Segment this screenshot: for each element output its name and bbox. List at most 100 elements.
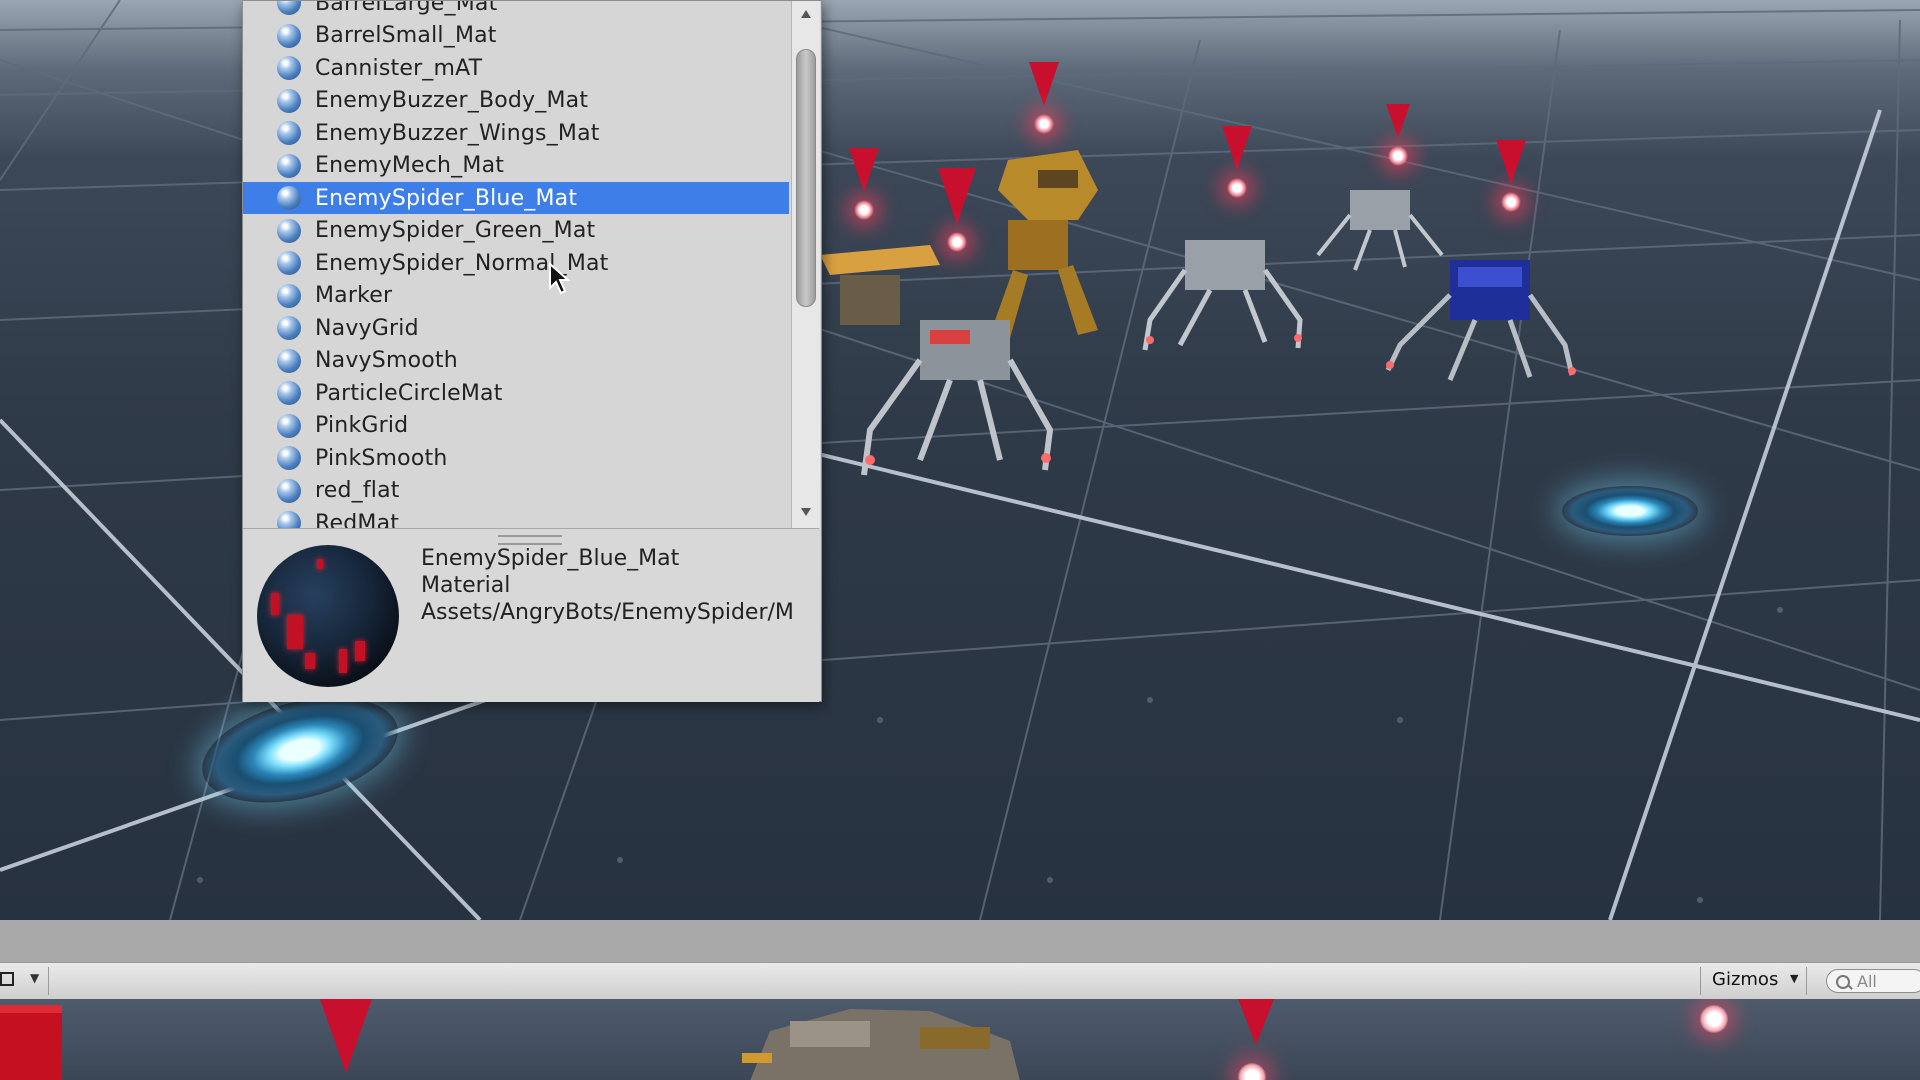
waypoint-marker[interactable] (849, 148, 879, 220)
list-item[interactable]: NavyGrid (243, 312, 789, 344)
panel-divider[interactable] (0, 920, 1920, 962)
list-item-label: EnemyBuzzer_Body_Mat (315, 88, 589, 113)
list-item-label: RedMat (315, 510, 400, 529)
list-item-label: red_flat (315, 478, 400, 503)
waypoint-marker[interactable] (1496, 140, 1526, 212)
scroll-up-arrow[interactable] (792, 3, 820, 27)
waypoint-marker[interactable] (1386, 104, 1410, 166)
material-sphere-icon (277, 283, 301, 308)
list-item-label: Cannister_mAT (315, 55, 483, 81)
red-crate (0, 1005, 62, 1080)
enemy-mech-robot (742, 1009, 1020, 1080)
scrollbar-thumb[interactable] (796, 49, 816, 307)
marker-orb (1034, 114, 1054, 134)
material-sphere-icon (277, 316, 301, 340)
material-sphere-icon (277, 511, 301, 528)
list-item-label: EnemyBuzzer_Wings_Mat (315, 120, 600, 146)
material-sphere-icon (277, 251, 301, 275)
list-item-label: PinkSmooth (315, 445, 448, 471)
asset-info: EnemySpider_Blue_Mat Material Assets/Ang… (421, 545, 794, 626)
marker-orb (1501, 192, 1521, 212)
material-sphere-icon (277, 478, 301, 503)
marker-orb (947, 232, 967, 252)
enemy-spider-robot[interactable] (1140, 230, 1310, 355)
marker-cone (1496, 140, 1526, 184)
spawn-pad[interactable] (1562, 486, 1698, 536)
marker-cone (1238, 999, 1274, 1045)
toolbar-separator (1806, 967, 1807, 995)
chevron-down-icon[interactable]: ▼ (30, 971, 39, 985)
marker-orb (1238, 1063, 1266, 1080)
asset-name: EnemySpider_Blue_Mat (421, 546, 680, 571)
game-view[interactable] (0, 999, 1920, 1080)
list-item[interactable]: EnemyBuzzer_Body_Mat (243, 85, 789, 117)
list-item[interactable]: NavySmooth (243, 345, 789, 377)
enemy-buzzer-robot[interactable] (820, 235, 940, 335)
game-view-toolbar: ▼ Gizmos ▼ All (0, 962, 1920, 1000)
preview-pane: EnemySpider_Blue_Mat Material Assets/Ang… (243, 528, 819, 702)
list-item[interactable]: EnemyBuzzer_Wings_Mat (243, 117, 789, 149)
list-item-label: EnemySpider_Green_Mat (315, 218, 596, 243)
list-item[interactable]: EnemySpider_Normal_Mat (243, 247, 789, 279)
search-icon (1836, 975, 1850, 989)
list-item[interactable]: PinkSmooth (243, 442, 789, 474)
material-sphere-icon (277, 186, 301, 210)
list-item-label: EnemyMech_Mat (315, 153, 505, 178)
list-item[interactable]: ParticleCircleMat (243, 377, 789, 409)
chevron-down-icon[interactable]: ▼ (1790, 972, 1798, 985)
list-item[interactable]: RedMat (243, 507, 789, 528)
list-item[interactable]: EnemySpider_Green_Mat (243, 215, 789, 247)
list-item[interactable]: red_flat (243, 475, 789, 507)
list-item[interactable]: Cannister_mAT (243, 52, 789, 84)
triangle-up-icon (801, 10, 811, 18)
toolbar-separator (1700, 967, 1701, 995)
resize-grip-icon[interactable] (498, 535, 562, 545)
toolbar-separator (48, 967, 49, 995)
gizmos-dropdown[interactable]: Gizmos (1712, 969, 1778, 990)
material-picker-popup[interactable]: BarrelLarge_Mat BarrelSmall_Mat Cannister_… (242, 0, 822, 702)
material-sphere-icon (277, 413, 301, 438)
list-item[interactable]: PinkGrid (243, 410, 789, 442)
list-item-label: NavyGrid (315, 315, 419, 341)
enemy-spider-blue-robot[interactable] (1380, 255, 1580, 385)
list-item-label: NavySmooth (315, 348, 458, 373)
material-sphere-icon (277, 348, 301, 373)
material-preview-sphere (257, 545, 399, 687)
marker-cone (1386, 104, 1410, 138)
list-item-label: PinkGrid (315, 413, 409, 438)
enemy-spider-robot[interactable] (860, 310, 1060, 480)
list-item-label: EnemySpider_Blue_Mat (315, 185, 578, 211)
list-item-label: BarrelSmall_Mat (315, 23, 497, 48)
marker-cone (320, 999, 372, 1073)
material-sphere-icon (277, 218, 301, 243)
material-sphere-icon (277, 153, 301, 178)
material-sphere-icon (277, 381, 301, 405)
material-sphere-icon (277, 88, 301, 113)
marker-cone (1029, 62, 1059, 106)
list-item[interactable]: BarrelSmall_Mat (243, 20, 789, 52)
material-list[interactable]: BarrelLarge_Mat BarrelSmall_Mat Cannister_… (243, 1, 791, 528)
marker-orb (1388, 146, 1408, 166)
display-icon[interactable] (0, 972, 14, 986)
list-item-label: Marker (315, 283, 393, 308)
asset-type: Material (421, 573, 511, 598)
material-sphere-icon (277, 446, 301, 470)
marker-orb (1227, 178, 1247, 198)
material-sphere-icon (277, 23, 301, 48)
list-item[interactable]: EnemyMech_Mat (243, 150, 789, 182)
scroll-down-arrow[interactable] (792, 501, 820, 525)
marker-orb (854, 200, 874, 220)
material-sphere-icon (277, 1, 301, 15)
list-item[interactable]: BarrelLarge_Mat (243, 1, 789, 19)
material-sphere-icon (277, 121, 301, 145)
triangle-down-icon (801, 508, 811, 516)
waypoint-marker[interactable] (1222, 126, 1252, 198)
list-item-label: ParticleCircleMat (315, 380, 503, 406)
marker-cone (849, 148, 879, 192)
list-item-selected[interactable]: EnemySpider_Blue_Mat (243, 182, 789, 214)
list-item[interactable]: Marker (243, 280, 789, 312)
vertical-scrollbar[interactable] (791, 1, 820, 528)
list-item-label: BarrelLarge_Mat (315, 1, 498, 16)
mouse-cursor-icon (549, 262, 571, 295)
waypoint-marker[interactable] (1029, 62, 1059, 134)
